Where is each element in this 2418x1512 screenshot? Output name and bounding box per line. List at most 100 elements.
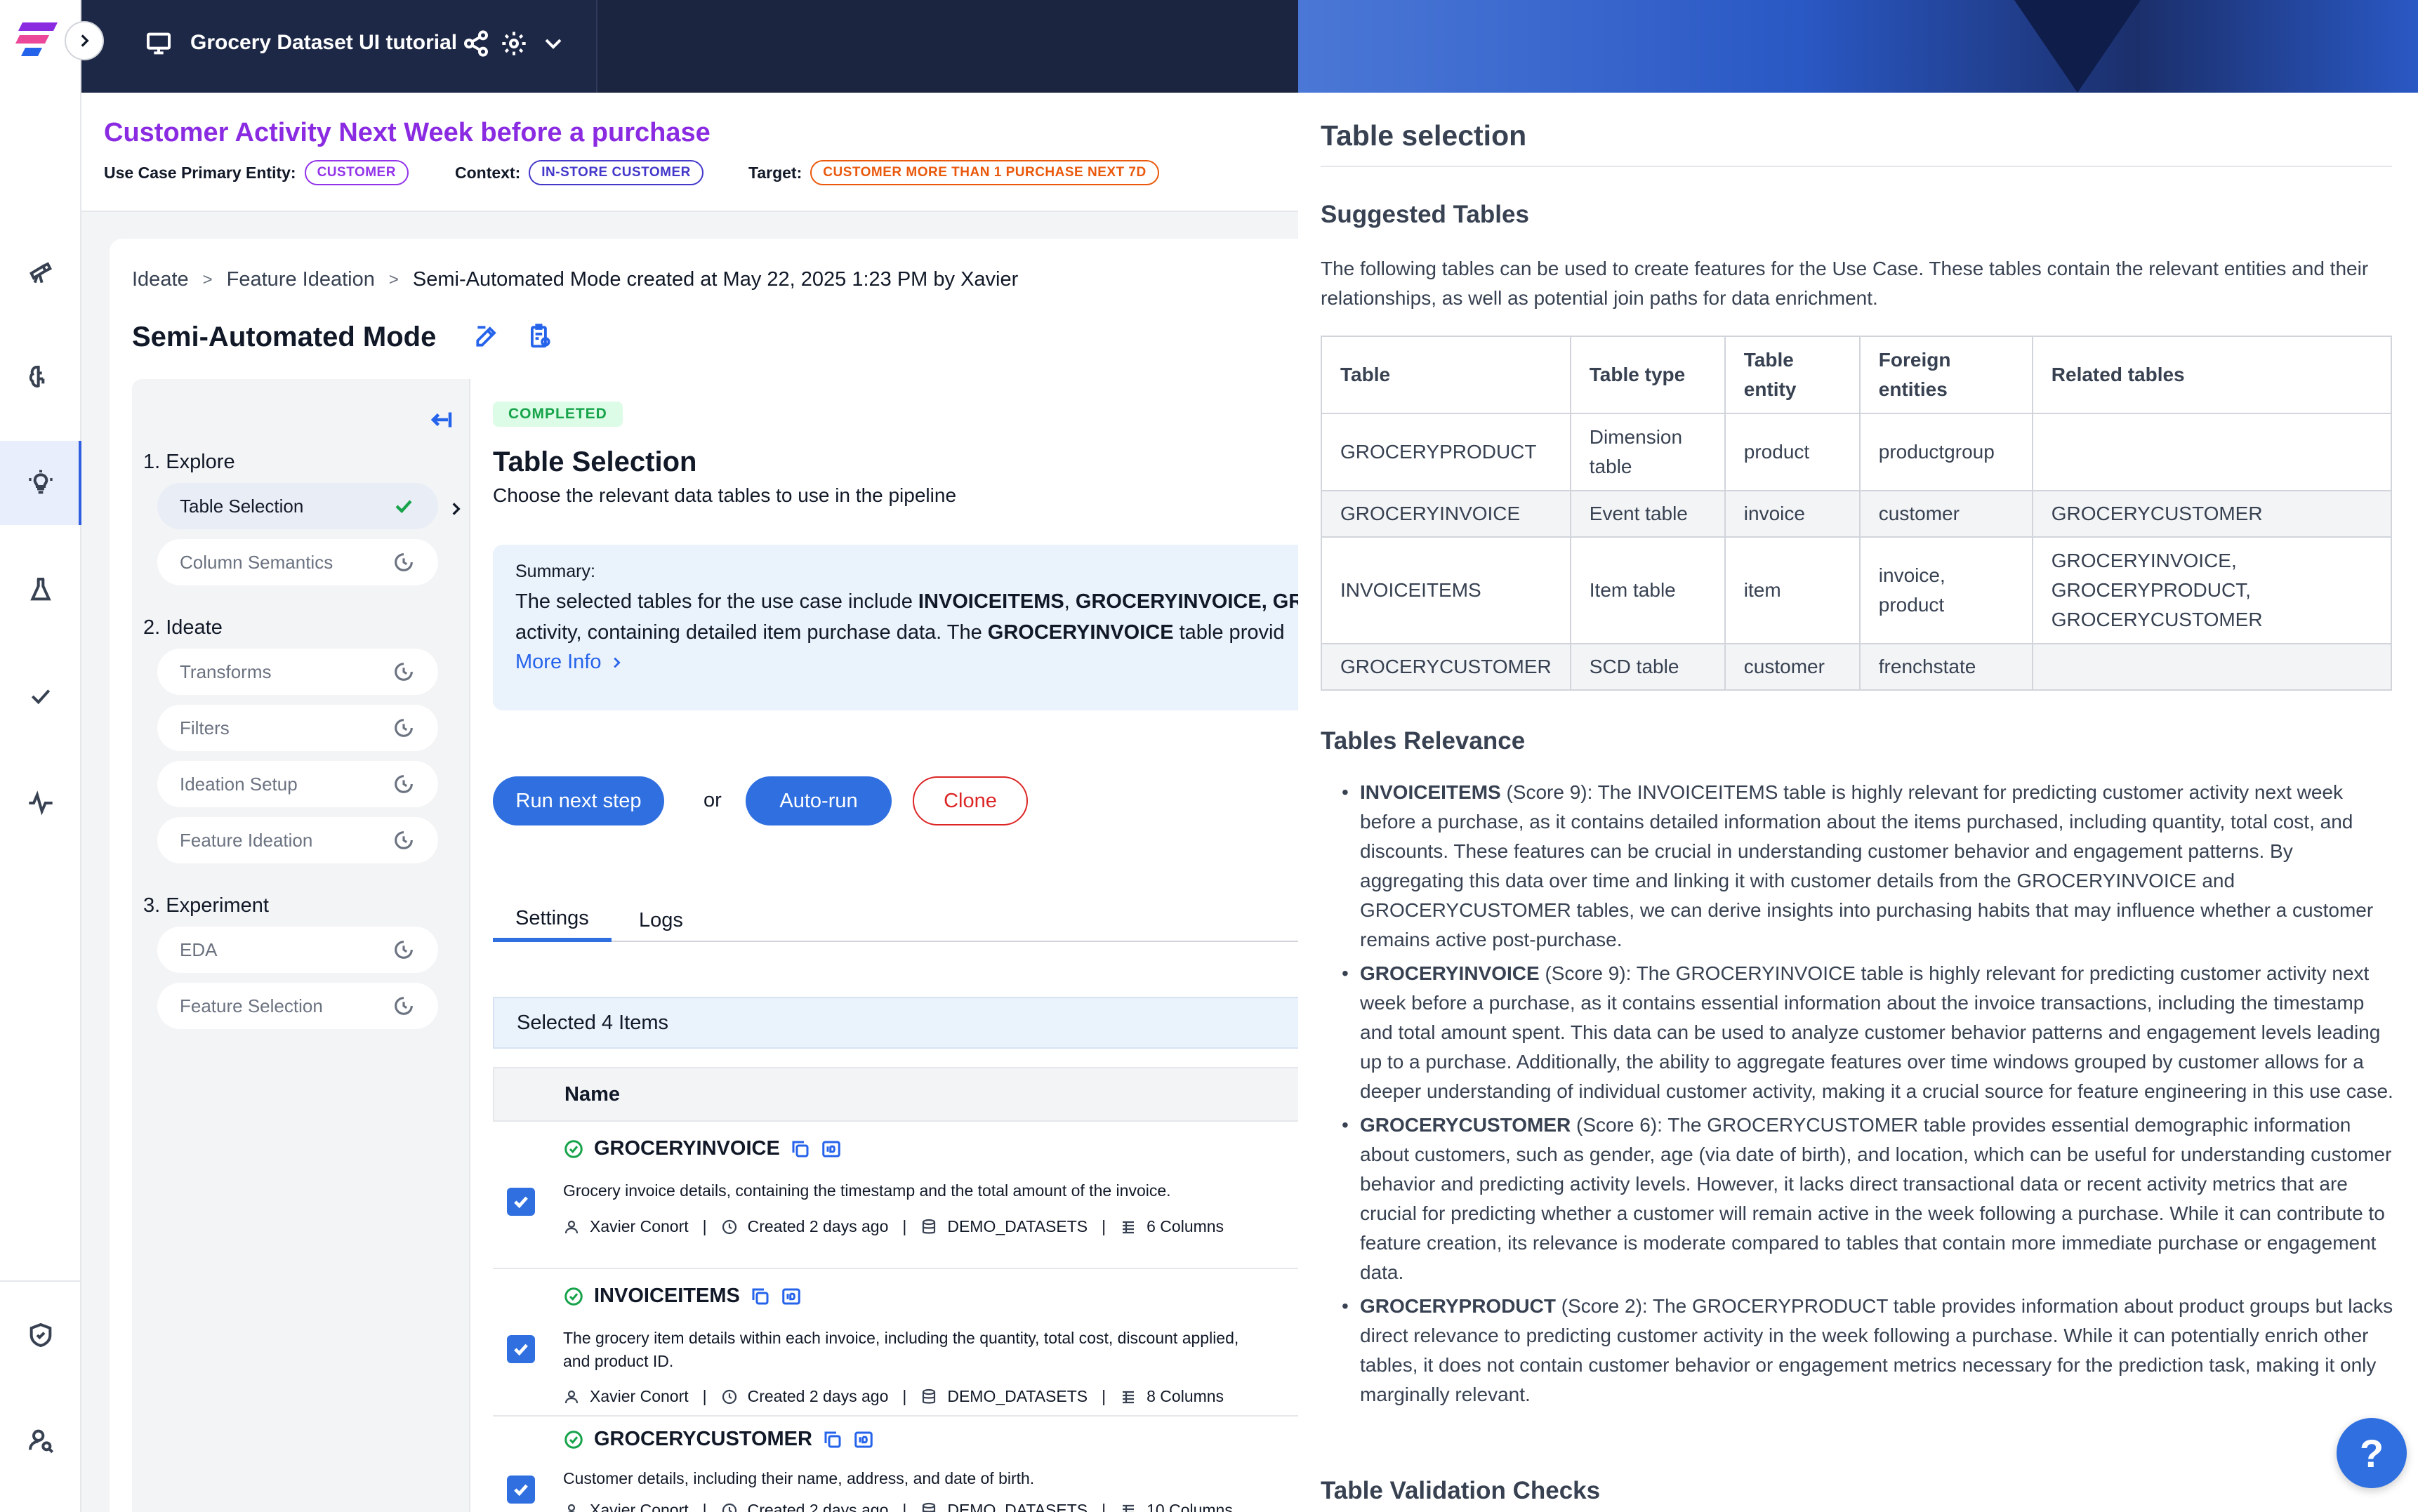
auto-run-button[interactable]: Auto-run bbox=[746, 776, 892, 825]
table-cell: item bbox=[1724, 536, 1861, 644]
table-row: INVOICEITEMS Item table item invoice, pr… bbox=[1321, 536, 2393, 644]
flask-icon[interactable] bbox=[0, 548, 81, 632]
clock-icon bbox=[392, 828, 417, 854]
clone-button[interactable]: Clone bbox=[913, 776, 1028, 825]
step-column-semantics[interactable]: Column Semantics bbox=[157, 539, 438, 585]
check-icon[interactable] bbox=[0, 654, 81, 738]
database-icon bbox=[923, 1388, 936, 1404]
gear-icon[interactable] bbox=[500, 29, 531, 60]
id-icon[interactable] bbox=[781, 1286, 802, 1307]
use-case-header: Customer Activity Next Week before a pur… bbox=[81, 93, 1298, 212]
user-icon bbox=[567, 1504, 576, 1512]
table-row: GROCERYCUSTOMER Customer details, includ… bbox=[493, 1417, 1335, 1512]
help-icon: ? bbox=[2359, 1431, 2384, 1475]
lightbulb-icon[interactable] bbox=[0, 441, 83, 525]
tab-logs[interactable]: Logs bbox=[616, 898, 706, 942]
copy-icon[interactable] bbox=[750, 1286, 771, 1307]
summary-table-name: INVOICEITEMS bbox=[918, 590, 1064, 613]
table-cell: GROCERYPRODUCT bbox=[1321, 413, 1571, 491]
database-icon bbox=[923, 1502, 936, 1512]
table-row: GROCERYINVOICE Grocery invoice details, … bbox=[493, 1122, 1335, 1269]
database-icon bbox=[923, 1219, 936, 1234]
expand-sidebar-button[interactable] bbox=[65, 21, 104, 60]
table-name-label: GROCERYCUSTOMER bbox=[594, 1428, 812, 1450]
help-button[interactable]: ? bbox=[2337, 1418, 2407, 1488]
primary-entity: Use Case Primary Entity: CUSTOMER bbox=[104, 160, 409, 185]
table-source: DEMO_DATASETS bbox=[947, 1387, 1088, 1405]
column-header: Table bbox=[1321, 336, 1571, 414]
panel-title: Table selection bbox=[1321, 119, 1527, 152]
table-header-name: Name bbox=[493, 1067, 1335, 1122]
relevance-table-name: INVOICEITEMS bbox=[1360, 781, 1501, 803]
share-icon[interactable] bbox=[462, 29, 493, 60]
column-header: Table entity bbox=[1724, 336, 1861, 414]
breadcrumb-current: Semi-Automated Mode created at May 22, 2… bbox=[412, 268, 1019, 291]
logo[interactable] bbox=[15, 17, 65, 59]
top-bar: Grocery Dataset UI tutorial bbox=[81, 0, 1298, 93]
table-cell bbox=[2031, 413, 2393, 491]
step-ideation-setup[interactable]: Ideation Setup bbox=[157, 761, 438, 807]
edit-icon[interactable] bbox=[473, 323, 504, 354]
rail-divider bbox=[0, 1280, 81, 1282]
run-next-step-button[interactable]: Run next step bbox=[493, 776, 664, 825]
user-icon bbox=[564, 1390, 579, 1403]
copy-icon[interactable] bbox=[822, 1429, 843, 1450]
step-table-selection[interactable]: Table Selection bbox=[157, 483, 438, 529]
check-icon bbox=[514, 1196, 528, 1209]
target-pill: CUSTOMER MORE THAN 1 PURCHASE NEXT 7D bbox=[810, 160, 1159, 185]
breadcrumb-feature-ideation[interactable]: Feature Ideation bbox=[227, 268, 375, 291]
step-filters[interactable]: Filters bbox=[157, 705, 438, 751]
id-icon[interactable] bbox=[853, 1429, 874, 1450]
use-case-title[interactable]: Customer Activity Next Week before a pur… bbox=[104, 118, 711, 148]
brain-icon[interactable] bbox=[0, 336, 81, 420]
id-icon[interactable] bbox=[821, 1139, 842, 1160]
table-cell: customer bbox=[1858, 490, 2033, 538]
table-cell: frenchstate bbox=[1858, 643, 2033, 691]
breadcrumb-separator: > bbox=[202, 270, 213, 289]
telescope-icon[interactable] bbox=[0, 229, 81, 313]
step-feature-ideation[interactable]: Feature Ideation bbox=[157, 817, 438, 863]
table-columns: 6 Columns bbox=[1147, 1217, 1224, 1235]
row-checkbox[interactable] bbox=[507, 1475, 535, 1504]
clock-icon bbox=[722, 1503, 736, 1512]
step-eda[interactable]: EDA bbox=[157, 927, 438, 973]
clipboard-icon[interactable] bbox=[527, 323, 557, 354]
collapse-left-icon[interactable] bbox=[427, 407, 455, 435]
context-label: Context: bbox=[455, 163, 521, 182]
chevron-right-icon[interactable] bbox=[447, 500, 468, 521]
clock-icon bbox=[392, 550, 417, 576]
more-info-link[interactable]: More Info bbox=[515, 651, 1313, 674]
table-cell: invoice, product bbox=[1858, 536, 2033, 644]
clock-icon bbox=[722, 1219, 736, 1234]
breadcrumb-ideate[interactable]: Ideate bbox=[132, 268, 189, 291]
chevron-down-icon[interactable] bbox=[539, 29, 570, 60]
tab-settings[interactable]: Settings bbox=[493, 898, 612, 942]
status-badge: COMPLETED bbox=[493, 402, 623, 427]
step-title: Table Selection bbox=[493, 446, 697, 477]
clock-icon bbox=[392, 660, 417, 685]
target: Target: CUSTOMER MORE THAN 1 PURCHASE NE… bbox=[748, 160, 1159, 185]
divider bbox=[1321, 166, 2392, 167]
user-icon bbox=[564, 1220, 579, 1233]
user-search-icon[interactable] bbox=[0, 1398, 81, 1483]
separator: | bbox=[902, 1217, 907, 1235]
copy-icon[interactable] bbox=[790, 1139, 811, 1160]
activity-icon[interactable] bbox=[0, 761, 81, 845]
table-cell: GROCERYCUSTOMER bbox=[2031, 490, 2393, 538]
step-label: Feature Ideation bbox=[180, 829, 313, 851]
column-header: Table type bbox=[1569, 336, 1726, 414]
shield-icon[interactable] bbox=[0, 1293, 81, 1377]
check-icon bbox=[514, 1344, 528, 1356]
row-checkbox[interactable] bbox=[507, 1188, 535, 1216]
separator: | bbox=[902, 1387, 907, 1405]
step-transforms[interactable]: Transforms bbox=[157, 649, 438, 695]
list-item: GROCERYINVOICE (Score 9): The GROCERYINV… bbox=[1321, 959, 2395, 1106]
context: Context: IN-STORE CUSTOMER bbox=[455, 160, 703, 185]
table-columns: 8 Columns bbox=[1147, 1387, 1224, 1405]
group-experiment: 3. Experiment bbox=[143, 894, 269, 917]
row-checkbox[interactable] bbox=[507, 1335, 535, 1363]
chevron-right-icon bbox=[613, 657, 621, 668]
table-row: INVOICEITEMS The grocery item details wi… bbox=[493, 1269, 1335, 1417]
workspace-selector[interactable]: Grocery Dataset UI tutorial bbox=[81, 0, 597, 93]
step-feature-selection[interactable]: Feature Selection bbox=[157, 983, 438, 1029]
